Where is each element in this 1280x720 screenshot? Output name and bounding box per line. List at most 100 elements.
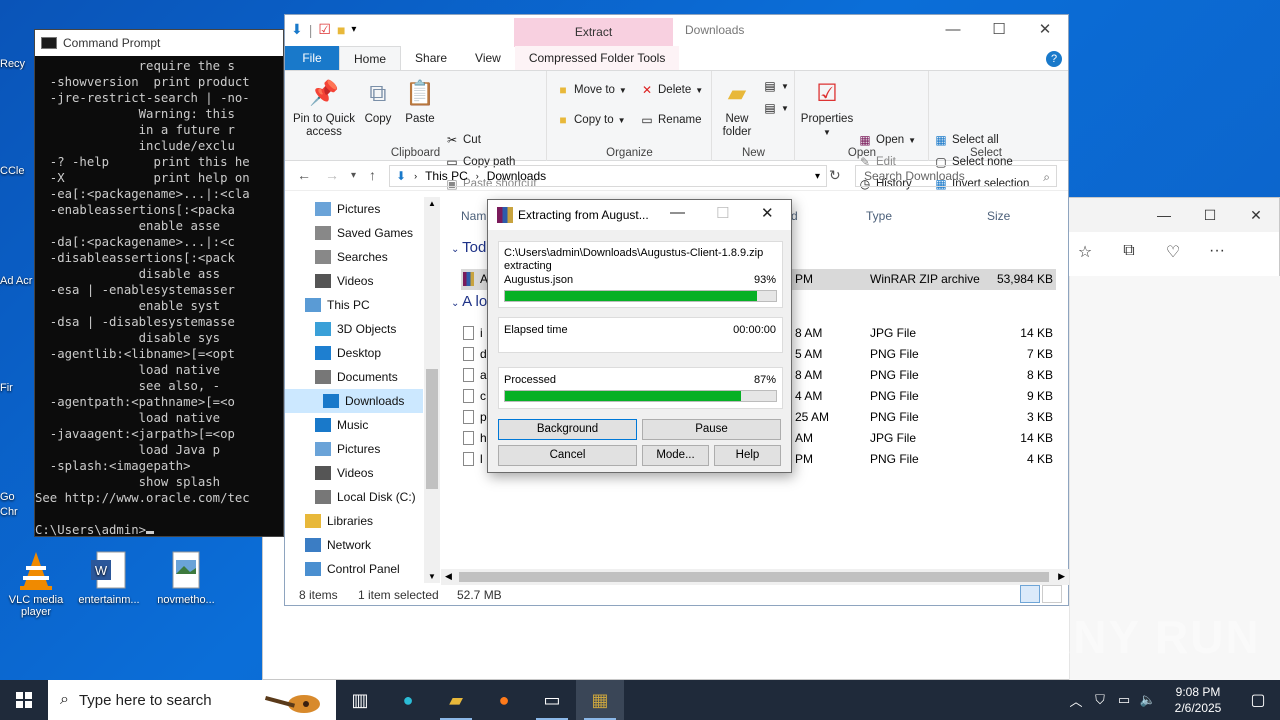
navigation-pane[interactable]: Pictures Saved Games Searches Videos This PC… [285,197,439,583]
clock[interactable]: 9:08 PM 2/6/2025 [1160,684,1236,716]
open-button[interactable]: ▦ Open ▼ [858,133,916,147]
scroll-left-icon[interactable]: ◀ [445,571,452,582]
desktop-icon-firefox[interactable]: Fir [0,382,34,394]
tab-compressed-folder-tools[interactable]: Compressed Folder Tools [514,46,680,70]
desktop-icon-chrome[interactable]: Go Chr [0,490,34,520]
help-button[interactable]: Help [714,445,781,466]
group-header-today[interactable]: ⌄ Tod [451,239,486,256]
close-icon[interactable]: ✕ [761,204,774,222]
file-hscrollbar[interactable]: ◀ ▶ [441,569,1069,585]
desktop-icon-acrobat[interactable]: Ad Acr [0,274,34,289]
nav-item[interactable]: Libraries [305,509,373,533]
browser-essentials-icon[interactable]: ♡ [1151,242,1195,262]
nav-item[interactable]: Control Panel [305,557,400,581]
new-item-button[interactable]: ▤ ▼ [763,79,789,93]
scroll-right-icon[interactable]: ▶ [1058,571,1065,582]
back-arrow-icon[interactable]: ← [297,167,311,183]
desktop-icon-vlc[interactable]: VLC media player [0,548,72,618]
select-all-button[interactable]: ▦ Select all [934,133,998,147]
taskbar-search-box[interactable]: ⌕ Type here to search [48,680,336,720]
details-view-icon[interactable] [1020,585,1040,603]
paste-button[interactable]: 📋 Paste [403,77,437,126]
group-header-a-long-time-ago[interactable]: ⌄ A lo [451,293,487,310]
background-button[interactable]: Background [498,419,637,440]
new-folder-button[interactable]: ▰ New folder [717,77,757,139]
nav-item[interactable]: Network [305,533,371,557]
firefox-taskbar-icon[interactable]: ● [480,680,528,720]
tab-file[interactable]: File [285,46,339,70]
easy-access-button[interactable]: ▤ ▼ [763,101,789,115]
favorites-icon[interactable]: ☆ [1063,242,1107,262]
nav-item[interactable]: Pictures [315,437,380,461]
column-header-size[interactable]: Size [987,209,1010,223]
security-icon[interactable]: ⛉ [1088,692,1112,708]
nav-item[interactable]: Pictures [315,197,380,221]
recent-locations-icon[interactable]: ▾ [351,170,356,181]
minimize-icon[interactable]: — [1141,207,1187,223]
desktop-icon-image[interactable]: novmetho... [150,548,222,606]
customize-dropdown-icon[interactable]: ▾ [351,24,356,35]
new-folder-icon[interactable]: ■ [337,22,345,38]
address-dropdown-icon[interactable]: ▾ [815,171,820,182]
copy-to-button[interactable]: ■ Copy to ▼ [556,113,625,127]
breadcrumb-downloads[interactable]: Downloads [487,169,546,183]
forward-arrow-icon[interactable]: → [325,167,339,183]
search-input[interactable]: Search Downloads ⌕ [855,165,1057,187]
delete-button[interactable]: ✕ Delete ▼ [640,83,703,97]
desktop-icon-word-doc[interactable]: W entertainm... [73,548,145,606]
minimize-icon[interactable]: — [670,204,685,221]
help-icon[interactable]: ? [1046,51,1062,67]
copy-button[interactable]: ⧉ Copy [361,77,395,126]
move-to-button[interactable]: ■ Move to ▼ [556,83,626,97]
nav-scrollbar[interactable]: ▲ ▼ [424,197,440,583]
refresh-icon[interactable]: ↻ [829,167,841,184]
collections-icon[interactable]: ⧉ [1107,242,1151,262]
nav-item[interactable]: Music [315,413,368,437]
nav-scroll-thumb[interactable] [426,369,438,489]
nav-item[interactable]: This PC [305,293,370,317]
volume-icon[interactable]: 🔈 [1136,692,1160,708]
cancel-button[interactable]: Cancel [498,445,637,466]
up-arrow-icon[interactable]: ↑ [369,167,376,183]
rename-button[interactable]: ▭ Rename [640,113,701,127]
pause-button[interactable]: Pause [642,419,781,440]
more-icon[interactable]: ··· [1195,242,1239,262]
close-icon[interactable]: ✕ [1022,15,1068,45]
column-header-date[interactable]: d [791,209,798,223]
nav-item[interactable]: Searches [315,245,388,269]
properties-check-icon[interactable]: ☑ [318,21,331,38]
nav-item[interactable]: Documents [315,365,398,389]
notifications-icon[interactable]: ▢ [1236,690,1280,710]
properties-button[interactable]: ☑ Properties ▼ [800,77,854,139]
nav-item[interactable]: 3D Objects [315,317,396,341]
desktop-icon-ccleaner[interactable]: CCle [0,165,34,177]
cmd-output[interactable]: require the s -showversion print product… [35,56,283,536]
tab-home[interactable]: Home [339,46,402,70]
address-box[interactable]: ⬇ › This PC › Downloads ▾ [389,165,827,187]
file-explorer-taskbar-icon[interactable]: ▰ [432,680,480,720]
winrar-extract-dialog[interactable]: Extracting from August... — ☐ ✕ C:\Users… [487,199,792,473]
close-icon[interactable]: ✕ [1233,207,1279,224]
nav-item[interactable]: Local Disk (C:) [315,485,416,509]
file-hscroll-thumb[interactable] [459,572,1049,582]
chevron-up-icon[interactable]: ︿ [1064,691,1088,710]
cut-button[interactable]: ✂ Cut [445,133,481,147]
column-header-type[interactable]: Type [866,209,892,223]
column-header-name[interactable]: Nam [461,209,486,223]
nav-item[interactable]: Saved Games [315,221,413,245]
nav-item[interactable]: Videos [315,269,373,293]
cmd-taskbar-icon[interactable]: ▭ [528,680,576,720]
tab-share[interactable]: Share [401,46,461,70]
network-icon[interactable]: ▭ [1112,692,1136,708]
mode-button[interactable]: Mode... [642,445,709,466]
edge-taskbar-icon[interactable]: ● [384,680,432,720]
nav-item[interactable]: Desktop [315,341,381,365]
scroll-down-icon[interactable]: ▼ [428,572,436,581]
desktop-icon-recycle-bin[interactable]: Recy [0,58,34,70]
tab-view[interactable]: View [461,46,515,70]
command-prompt-window[interactable]: Command Prompt require the s -showversio… [34,29,284,537]
nav-item[interactable]: Downloads [285,389,423,413]
maximize-icon[interactable]: ☐ [976,15,1022,45]
winrar-taskbar-icon[interactable]: ▦ [576,680,624,720]
minimize-icon[interactable]: — [930,15,976,45]
